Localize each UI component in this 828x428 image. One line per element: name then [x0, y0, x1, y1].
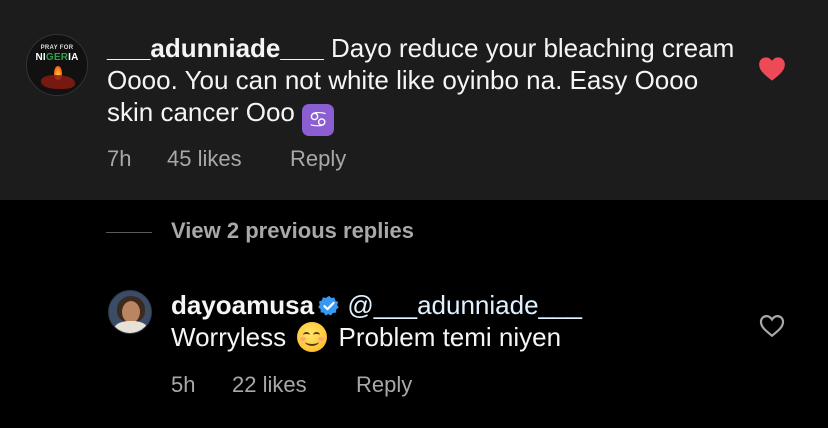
comment-body: ___adunniade___ Dayo reduce your bleachi…: [107, 32, 747, 136]
view-previous-replies-button[interactable]: View 2 previous replies: [171, 218, 414, 244]
smiling-face-icon: [297, 322, 328, 352]
commenter-avatar[interactable]: PRAY FOR NIGERIA: [26, 34, 88, 96]
verified-badge-icon: [318, 295, 339, 316]
avatar-text-pray-for: PRAY FOR: [40, 45, 74, 51]
reply-likes-link[interactable]: 22 likes: [232, 372, 307, 398]
comment-reply-button[interactable]: Reply: [290, 146, 346, 172]
comment-container: PRAY FOR NIGERIA ___adunniade___ Dayo re…: [0, 0, 828, 200]
reply-reply-button[interactable]: Reply: [356, 372, 412, 398]
cancer-zodiac-icon: ♋: [302, 104, 335, 136]
reply-text: Worryless Problem temi niyen: [171, 322, 562, 352]
reply-time: 5h: [171, 372, 196, 397]
reply-header: dayoamusa @___adunniade___: [171, 289, 582, 321]
reply-username[interactable]: dayoamusa: [171, 290, 314, 320]
replier-avatar[interactable]: [108, 290, 152, 334]
comment-username[interactable]: ___adunniade___: [107, 33, 324, 63]
comment-time: 7h: [107, 146, 132, 171]
avatar-text-nigeria: NIGERIA: [35, 52, 79, 63]
reply-mention-link[interactable]: @___adunniade___: [347, 290, 582, 320]
heart-filled-icon[interactable]: [758, 56, 786, 82]
heart-outline-icon[interactable]: [759, 314, 785, 338]
map-icon: [41, 75, 75, 89]
comment-likes-link[interactable]: 45 likes: [167, 146, 242, 172]
view-replies-divider: [106, 232, 152, 233]
